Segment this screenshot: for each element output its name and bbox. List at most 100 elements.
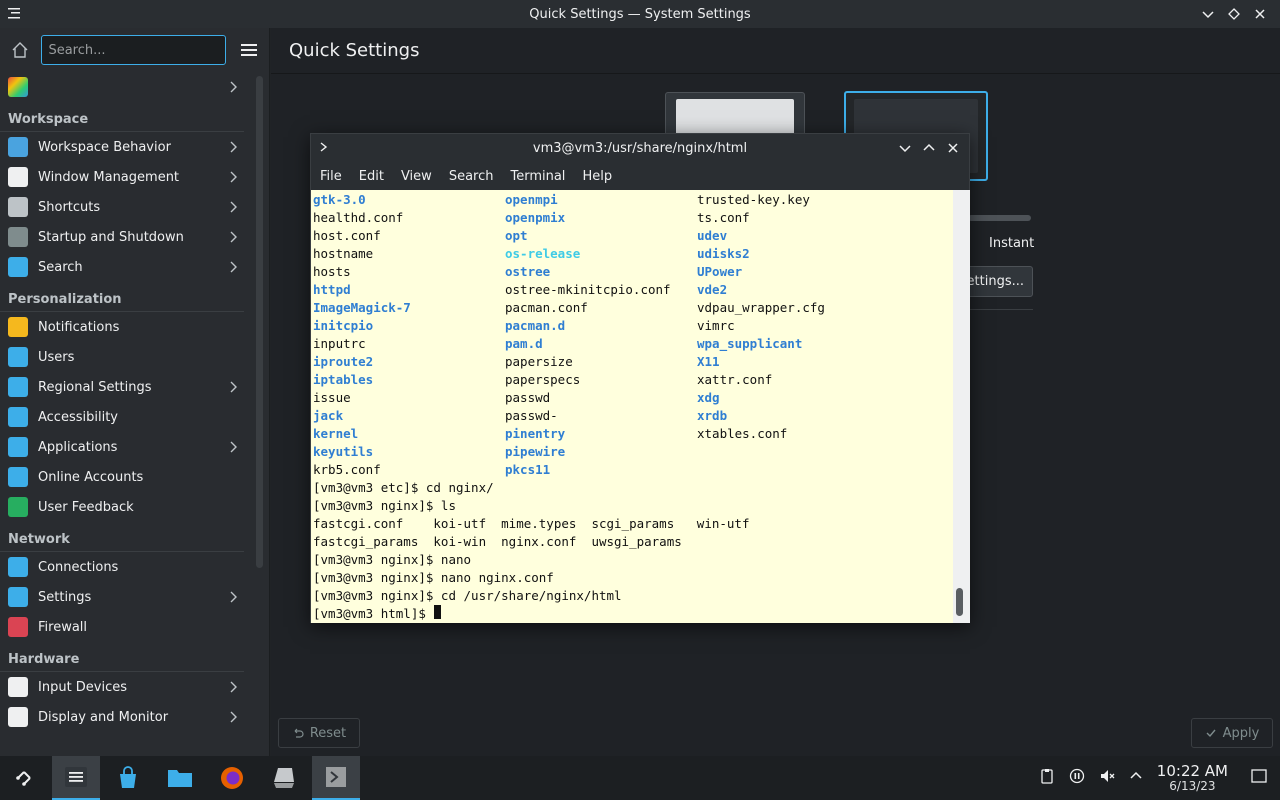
sidebar-item-workspace-behavior[interactable]: Workspace Behavior bbox=[0, 132, 252, 162]
terminal-maximize-icon[interactable] bbox=[919, 138, 939, 158]
terminal-cursor bbox=[434, 605, 442, 619]
app-launcher-icon[interactable] bbox=[0, 756, 48, 800]
terminal-entry: host.conf bbox=[313, 228, 381, 243]
terminal-menu-icon[interactable] bbox=[317, 140, 333, 156]
search-icon bbox=[8, 257, 28, 277]
search-input[interactable]: Search... bbox=[41, 35, 226, 65]
sidebar-item-connections[interactable]: Connections bbox=[0, 552, 252, 582]
window-menu-icon[interactable] bbox=[6, 5, 22, 21]
terminal-entry: ostree bbox=[505, 264, 551, 279]
terminal-output[interactable]: gtk-3.0 openmpi trusted-key.key healthd.con… bbox=[311, 190, 953, 623]
minimize-icon[interactable] bbox=[1198, 4, 1218, 24]
terminal-listing-row: jack passwd-xrdb bbox=[313, 407, 951, 425]
sidebar-item-label: User Feedback bbox=[38, 499, 134, 515]
terminal-menu-edit[interactable]: Edit bbox=[354, 169, 389, 184]
maximize-icon[interactable] bbox=[1224, 4, 1244, 24]
system-settings-icon[interactable] bbox=[52, 756, 100, 800]
sidebar-item-shortcuts[interactable]: Shortcuts bbox=[0, 192, 252, 222]
sidebar-item-firewall[interactable]: Firewall bbox=[0, 612, 252, 642]
sidebar-item-label: Input Devices bbox=[38, 679, 128, 695]
terminal-entry: krb5.conf bbox=[313, 462, 381, 477]
terminal-prompt-line[interactable]: [vm3@vm3 html]$ bbox=[313, 605, 951, 623]
terminal-line: fastcgi_params koi-win nginx.conf uwsgi_… bbox=[313, 534, 682, 549]
animation-speed-slider[interactable] bbox=[968, 215, 1031, 221]
terminal-listing-row: issue passwd xdg bbox=[313, 389, 951, 407]
clock[interactable]: 10:22 AM 6/13/23 bbox=[1157, 763, 1228, 792]
terminal-close-icon[interactable] bbox=[943, 138, 963, 158]
terminal-listing-row: hostname os-release udisks2 bbox=[313, 245, 951, 263]
terminal-window[interactable]: vm3@vm3:/usr/share/nginx/html File Edit Vi… bbox=[310, 133, 970, 623]
terminal-entry bbox=[697, 461, 947, 479]
chevron-right-icon bbox=[230, 261, 237, 273]
terminal-entry: xdg bbox=[697, 390, 720, 405]
terminal-listing-row: host.conf opt udev bbox=[313, 227, 951, 245]
sidebar-scrollbar[interactable] bbox=[256, 76, 263, 568]
close-icon[interactable] bbox=[1250, 4, 1270, 24]
sidebar-item-startup-and-shutdown[interactable]: Startup and Shutdown bbox=[0, 222, 252, 252]
show-desktop-icon[interactable] bbox=[1250, 767, 1268, 789]
file-manager-icon[interactable] bbox=[156, 756, 204, 800]
volume-muted-icon[interactable] bbox=[1099, 768, 1115, 788]
accessibility-icon bbox=[8, 407, 28, 427]
hamburger-menu-icon[interactable] bbox=[238, 38, 261, 62]
sidebar-item-label: Settings bbox=[38, 589, 92, 605]
terminal-line: [vm3@vm3 nginx]$ cd /usr/share/nginx/htm… bbox=[313, 588, 622, 603]
terminal-scrollbar-thumb[interactable] bbox=[956, 588, 963, 616]
applications-icon bbox=[8, 437, 28, 457]
terminal-scrollbar-track[interactable] bbox=[953, 190, 970, 623]
terminal-entry: vimrc bbox=[697, 318, 735, 333]
settings-button[interactable]: Settings... bbox=[958, 266, 1033, 297]
terminal-icon[interactable] bbox=[312, 756, 360, 800]
terminal-entry: paperspecs bbox=[505, 372, 581, 387]
terminal-entry: vdpau_wrapper.cfg bbox=[697, 300, 825, 315]
system-tray: 10:22 AM 6/13/23 bbox=[1039, 756, 1280, 800]
sidebar-item-online-accounts[interactable]: Online Accounts bbox=[0, 462, 252, 492]
sidebar-item-label: Workspace Behavior bbox=[38, 139, 171, 155]
network-settings-icon bbox=[8, 587, 28, 607]
firefox-icon[interactable] bbox=[208, 756, 256, 800]
terminal-entry: hostname bbox=[313, 246, 374, 261]
discover-icon[interactable] bbox=[104, 756, 152, 800]
sidebar-item-input-devices[interactable]: Input Devices bbox=[0, 672, 252, 702]
sidebar-item-label: Accessibility bbox=[38, 409, 118, 425]
terminal-menu-file[interactable]: File bbox=[315, 169, 347, 184]
terminal-entry: pam.d bbox=[505, 336, 543, 351]
undo-icon bbox=[294, 728, 304, 738]
media-pause-icon[interactable] bbox=[1069, 768, 1085, 788]
terminal-entry: opt bbox=[505, 228, 528, 243]
home-icon[interactable] bbox=[8, 38, 31, 62]
sidebar-item-users[interactable]: Users bbox=[0, 342, 252, 372]
terminal-entry: papersize bbox=[505, 354, 573, 369]
sidebar-item-accessibility[interactable]: Accessibility bbox=[0, 402, 252, 432]
sidebar-item-applications[interactable]: Applications bbox=[0, 432, 252, 462]
sidebar-item-notifications[interactable]: Notifications bbox=[0, 312, 252, 342]
terminal-entry: httpd bbox=[313, 282, 351, 297]
terminal-line: [vm3@vm3 nginx]$ nano nginx.conf bbox=[313, 570, 554, 585]
sidebar-item-appearance[interactable] bbox=[0, 72, 252, 102]
terminal-menu-terminal[interactable]: Terminal bbox=[505, 169, 570, 184]
tray-expand-icon[interactable] bbox=[1129, 769, 1143, 787]
terminal-entry: ImageMagick-7 bbox=[313, 300, 411, 315]
clipboard-icon[interactable] bbox=[1039, 768, 1055, 788]
reset-button[interactable]: Reset bbox=[278, 718, 360, 748]
sidebar-item-window-management[interactable]: Window Management bbox=[0, 162, 252, 192]
apply-button[interactable]: Apply bbox=[1191, 718, 1273, 748]
window-title: Quick Settings — System Settings bbox=[529, 6, 751, 22]
sidebar-item-settings[interactable]: Settings bbox=[0, 582, 252, 612]
terminal-menu-search[interactable]: Search bbox=[444, 169, 499, 184]
reset-label: Reset bbox=[309, 725, 347, 741]
sidebar-item-regional-settings[interactable]: Regional Settings bbox=[0, 372, 252, 402]
terminal-entry: X11 bbox=[697, 354, 720, 369]
scanner-icon[interactable] bbox=[260, 756, 308, 800]
terminal-entry: initcpio bbox=[313, 318, 374, 333]
sidebar-item-search[interactable]: Search bbox=[0, 252, 252, 282]
window-management-icon bbox=[8, 167, 28, 187]
terminal-minimize-icon[interactable] bbox=[895, 138, 915, 158]
sidebar-item-display-and-monitor[interactable]: Display and Monitor bbox=[0, 702, 252, 732]
sidebar-item-user-feedback[interactable]: User Feedback bbox=[0, 492, 252, 522]
terminal-menu-help[interactable]: Help bbox=[577, 169, 617, 184]
terminal-menu-view[interactable]: View bbox=[396, 169, 437, 184]
terminal-entry: ts.conf bbox=[697, 210, 750, 225]
terminal-titlebar[interactable]: vm3@vm3:/usr/share/nginx/html bbox=[311, 134, 969, 162]
online-accounts-icon bbox=[8, 467, 28, 487]
